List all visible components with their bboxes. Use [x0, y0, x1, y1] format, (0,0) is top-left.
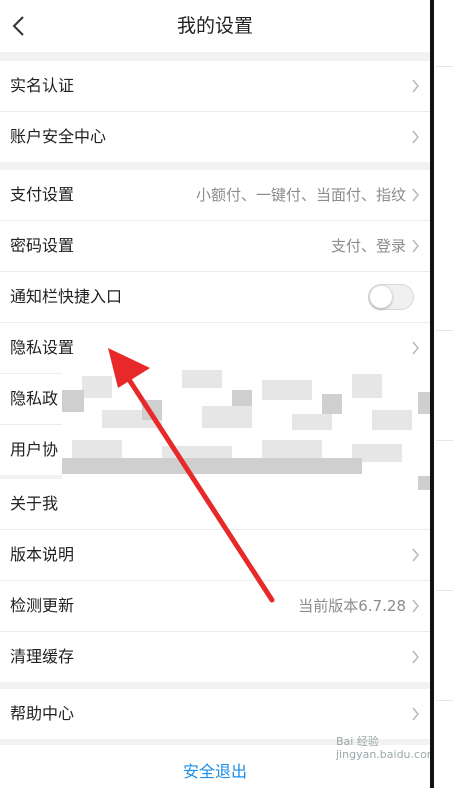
- row-label: 通知栏快捷入口: [10, 287, 123, 306]
- help-group: 帮助中心: [0, 689, 430, 739]
- row-label: 清理缓存: [10, 647, 75, 666]
- edge-line: [436, 590, 453, 591]
- row-label: 支付设置: [10, 185, 75, 204]
- row-version-notes[interactable]: 版本说明: [0, 530, 430, 581]
- page-title: 我的设置: [176, 15, 253, 37]
- right-edge-bar: [430, 0, 434, 788]
- row-label: 关于我: [10, 494, 59, 513]
- row-value: 支付、登录: [330, 237, 406, 255]
- edge-line: [436, 440, 453, 441]
- chevron-right-icon: [412, 239, 419, 253]
- nav-header: 我的设置: [0, 0, 430, 52]
- row-label: 检测更新: [10, 596, 75, 615]
- row-label: 实名认证: [10, 76, 75, 95]
- row-privacy-settings[interactable]: 隐私设置: [0, 323, 430, 374]
- edge-line: [436, 66, 453, 67]
- settings-screen: 我的设置 实名认证 账户安全中心 支付设置 小额付、一键付、当面付、指纹 密码设…: [0, 0, 430, 788]
- notification-toggle[interactable]: [368, 284, 414, 310]
- account-group: 实名认证 账户安全中心: [0, 61, 430, 162]
- toggle-knob: [370, 286, 392, 308]
- edge-line: [436, 700, 453, 701]
- chevron-right-icon: [412, 650, 419, 664]
- chevron-right-icon: [412, 341, 419, 355]
- edge-line: [436, 330, 453, 331]
- chevron-right-icon: [412, 130, 419, 144]
- about-group: 关于我 版本说明 检测更新 当前版本6.7.28 清理缓存: [0, 479, 430, 682]
- row-label: 隐私政: [10, 389, 59, 408]
- chevron-right-icon: [412, 79, 419, 93]
- chevron-right-icon: [412, 188, 419, 202]
- row-value: 小额付、一键付、当面付、指纹: [195, 186, 406, 204]
- chevron-right-icon: [412, 599, 419, 613]
- row-password-settings[interactable]: 密码设置 支付、登录: [0, 221, 430, 272]
- row-label: 账户安全中心: [10, 127, 107, 146]
- chevron-right-icon: [412, 548, 419, 562]
- row-account-security[interactable]: 账户安全中心: [0, 112, 430, 162]
- row-label: 隐私设置: [10, 338, 75, 357]
- row-check-update[interactable]: 检测更新 当前版本6.7.28: [0, 581, 430, 632]
- row-value: 当前版本6.7.28: [298, 597, 406, 615]
- watermark-line1: Bai 经验: [336, 735, 379, 748]
- row-label: 用户协: [10, 440, 59, 459]
- row-real-name-auth[interactable]: 实名认证: [0, 61, 430, 112]
- watermark-line2: jingyan.baidu.com: [336, 748, 430, 761]
- row-label: 密码设置: [10, 236, 75, 255]
- row-clear-cache[interactable]: 清理缓存: [0, 632, 430, 682]
- row-label: 版本说明: [10, 545, 75, 564]
- row-payment-settings[interactable]: 支付设置 小额付、一键付、当面付、指纹: [0, 170, 430, 221]
- row-help-center[interactable]: 帮助中心: [0, 689, 430, 739]
- redaction-mosaic: [62, 370, 430, 490]
- row-notification-shortcut: 通知栏快捷入口: [0, 272, 430, 323]
- row-label: 帮助中心: [10, 704, 75, 723]
- chevron-right-icon: [412, 707, 419, 721]
- watermark: Bai 经验 jingyan.baidu.com: [336, 735, 430, 761]
